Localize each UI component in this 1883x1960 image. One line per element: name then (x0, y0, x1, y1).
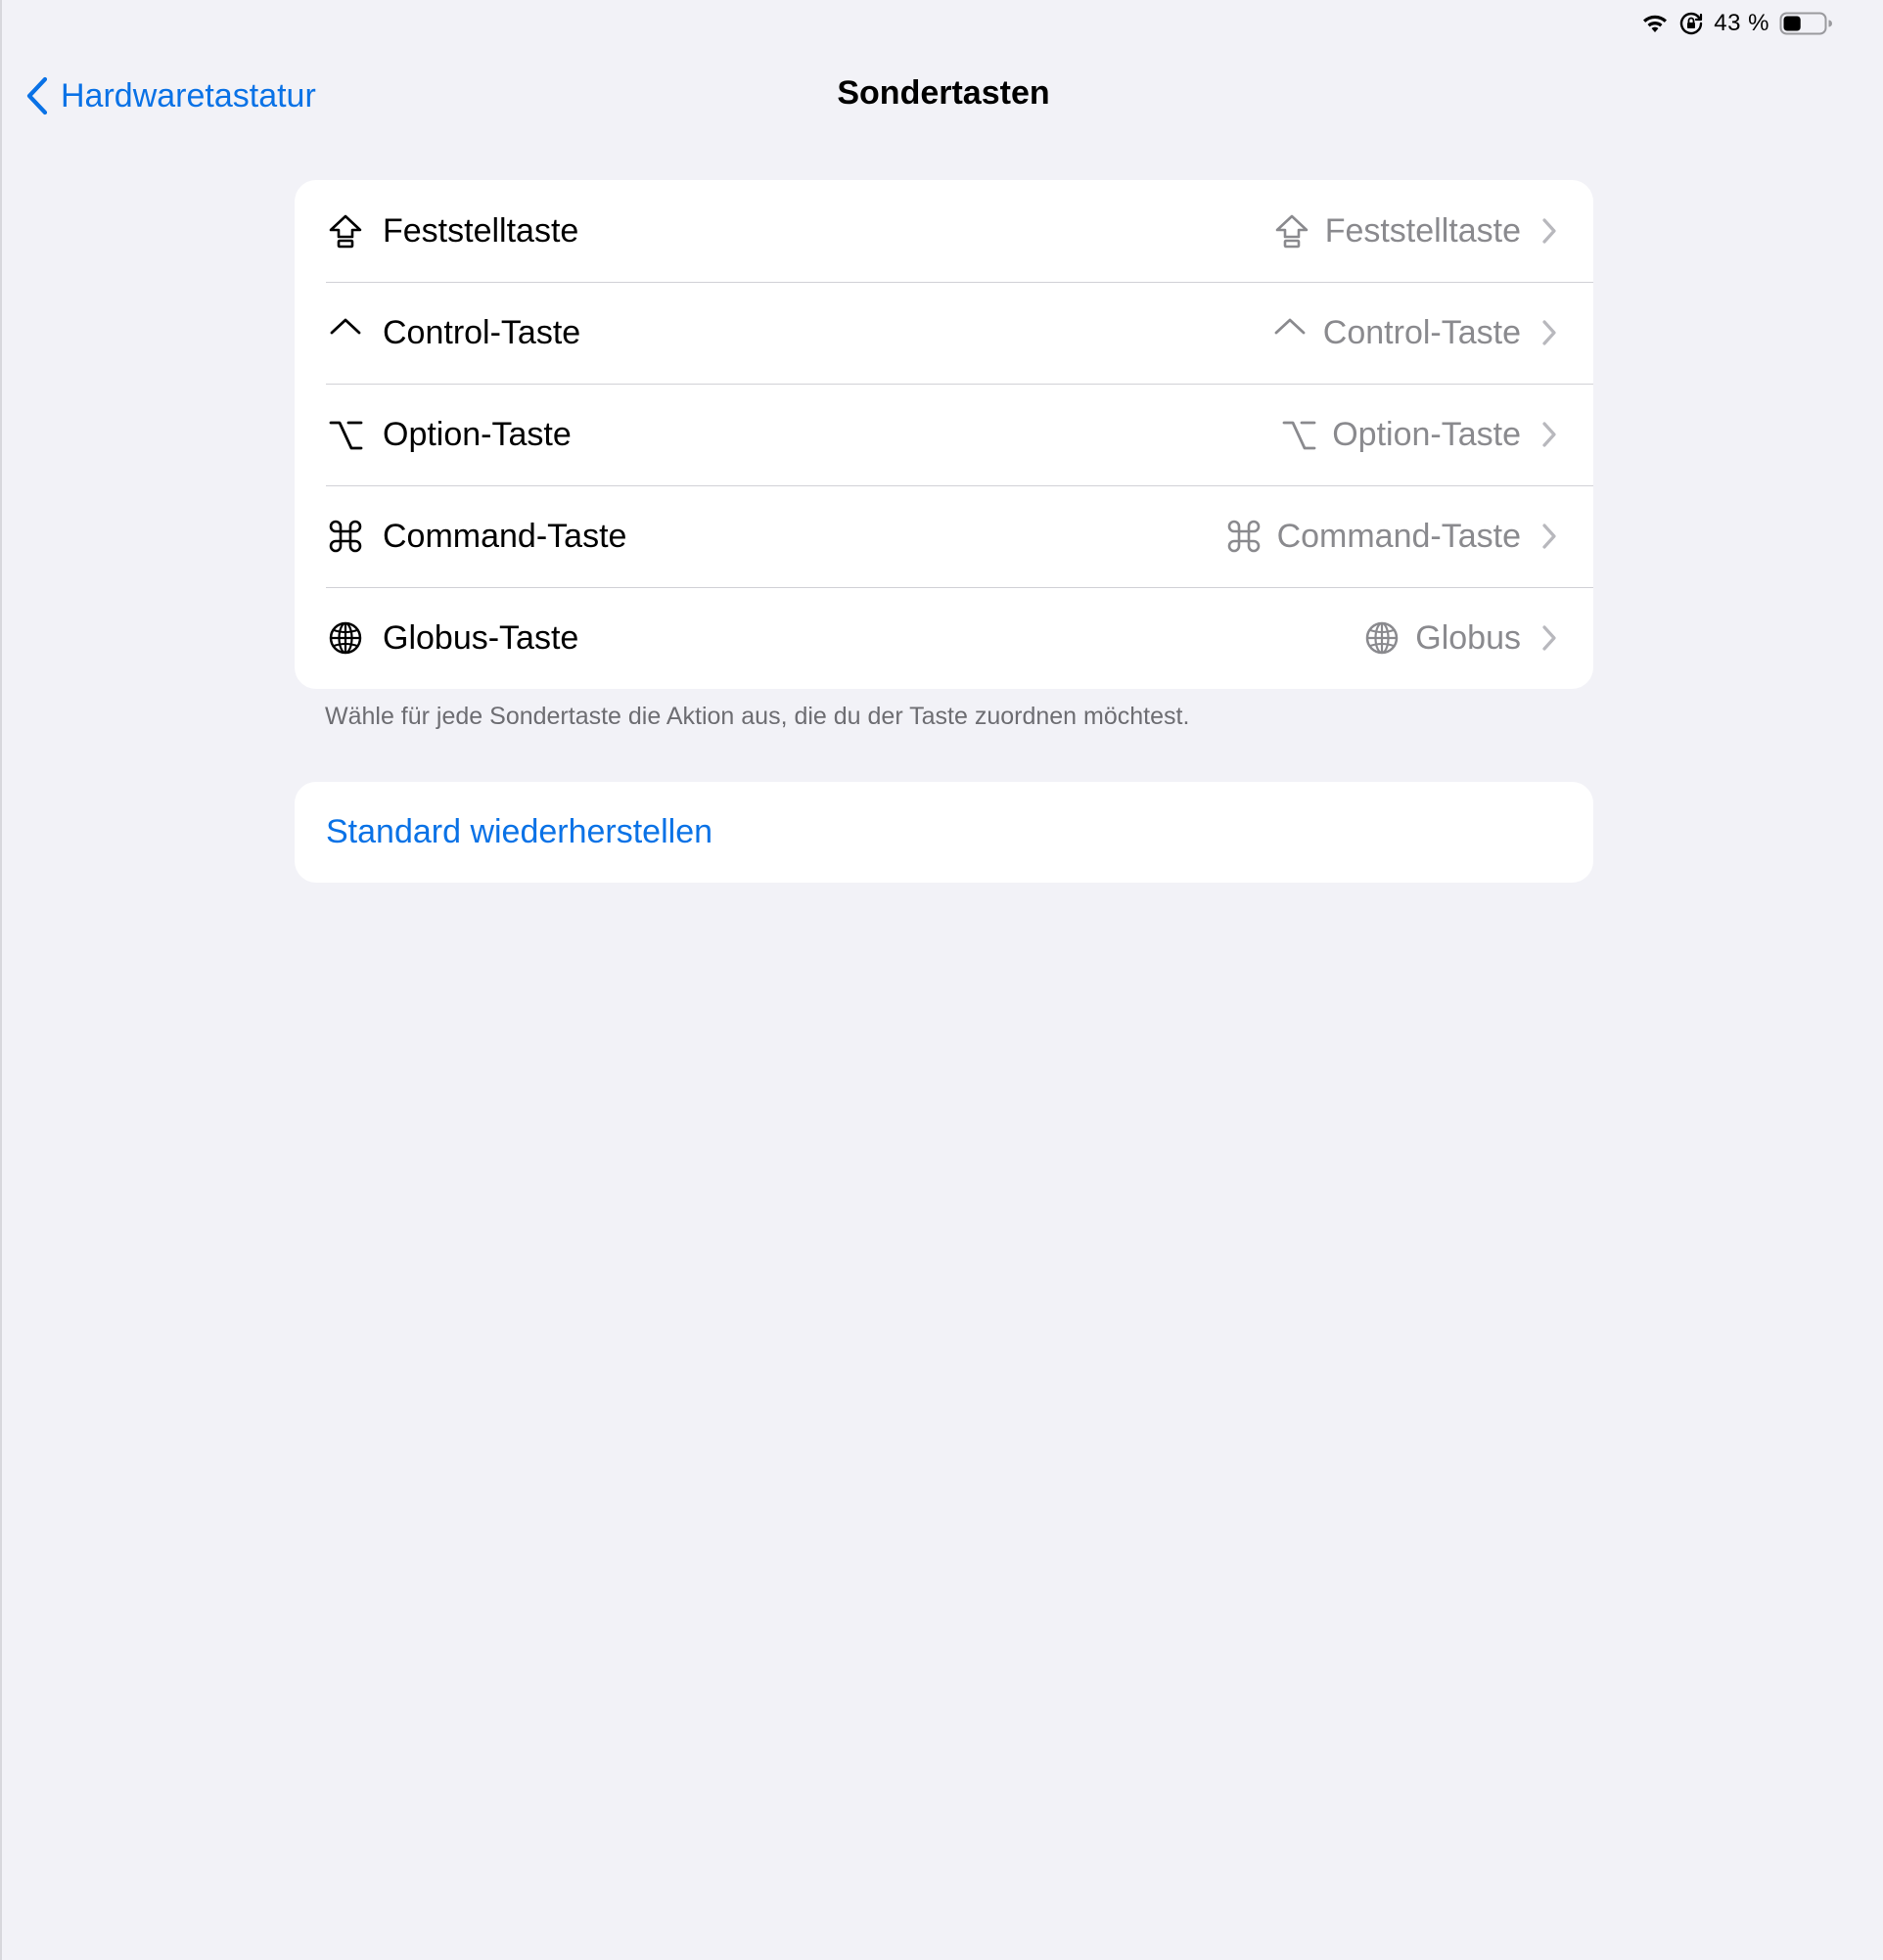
modifier-key-row-control[interactable]: Control-Taste Control-Taste (295, 282, 1593, 384)
restore-defaults-group: Standard wiederherstellen (295, 782, 1593, 883)
row-value-label: Command-Taste (1276, 517, 1521, 555)
row-value: Control-Taste (1270, 313, 1521, 352)
modifier-key-row-command[interactable]: Command-Taste Command-Taste (295, 485, 1593, 587)
command-icon (1224, 517, 1263, 556)
battery-icon (1779, 12, 1832, 35)
chevron-right-icon (1542, 215, 1562, 247)
row-value: Command-Taste (1224, 517, 1521, 556)
modifier-keys-list: Feststelltaste Feststelltaste Control-Ta… (295, 180, 1593, 689)
row-label: Option-Taste (383, 415, 572, 453)
option-icon (326, 415, 365, 454)
page-title: Sondertasten (837, 74, 1050, 112)
row-value: Globus (1362, 618, 1521, 658)
restore-defaults-button[interactable]: Standard wiederherstellen (295, 782, 1593, 883)
row-label: Globus-Taste (383, 618, 579, 657)
chevron-right-icon (1542, 419, 1562, 450)
wifi-icon (1641, 13, 1669, 34)
chevron-right-icon (1542, 521, 1562, 552)
row-label: Feststelltaste (383, 211, 579, 250)
globe-icon (1362, 618, 1401, 658)
row-value-label: Control-Taste (1322, 313, 1521, 351)
control-icon (1270, 313, 1309, 352)
battery-percentage: 43 % (1714, 10, 1769, 36)
row-value: Feststelltaste (1272, 211, 1521, 251)
navigation-bar: Hardwaretastatur Sondertasten (2, 68, 1883, 123)
row-label: Control-Taste (383, 313, 581, 351)
control-icon (326, 313, 365, 352)
modifier-key-row-globe[interactable]: Globus-Taste Globus (295, 587, 1593, 689)
row-value-label: Option-Taste (1332, 415, 1521, 453)
row-value-label: Globus (1415, 618, 1521, 657)
modifier-key-row-caps-lock[interactable]: Feststelltaste Feststelltaste (295, 180, 1593, 282)
caps-lock-icon (326, 211, 365, 251)
command-icon (326, 517, 365, 556)
battery-fill (1783, 16, 1801, 31)
row-value-label: Feststelltaste (1324, 211, 1521, 250)
row-value: Option-Taste (1279, 415, 1521, 454)
modifier-key-row-option[interactable]: Option-Taste Option-Taste (295, 384, 1593, 485)
status-bar: 43 % (1641, 8, 1832, 39)
row-label: Command-Taste (383, 517, 627, 555)
option-icon (1279, 415, 1318, 454)
chevron-right-icon (1542, 317, 1562, 348)
settings-screen: 43 % Hardwaretastatur Sondertasten Fests… (0, 0, 1883, 1960)
globe-icon (326, 618, 365, 658)
orientation-lock-icon (1678, 11, 1704, 36)
caps-lock-icon (1272, 211, 1311, 251)
section-footer: Wähle für jede Sondertaste die Aktion au… (325, 703, 1190, 730)
chevron-right-icon (1542, 622, 1562, 654)
